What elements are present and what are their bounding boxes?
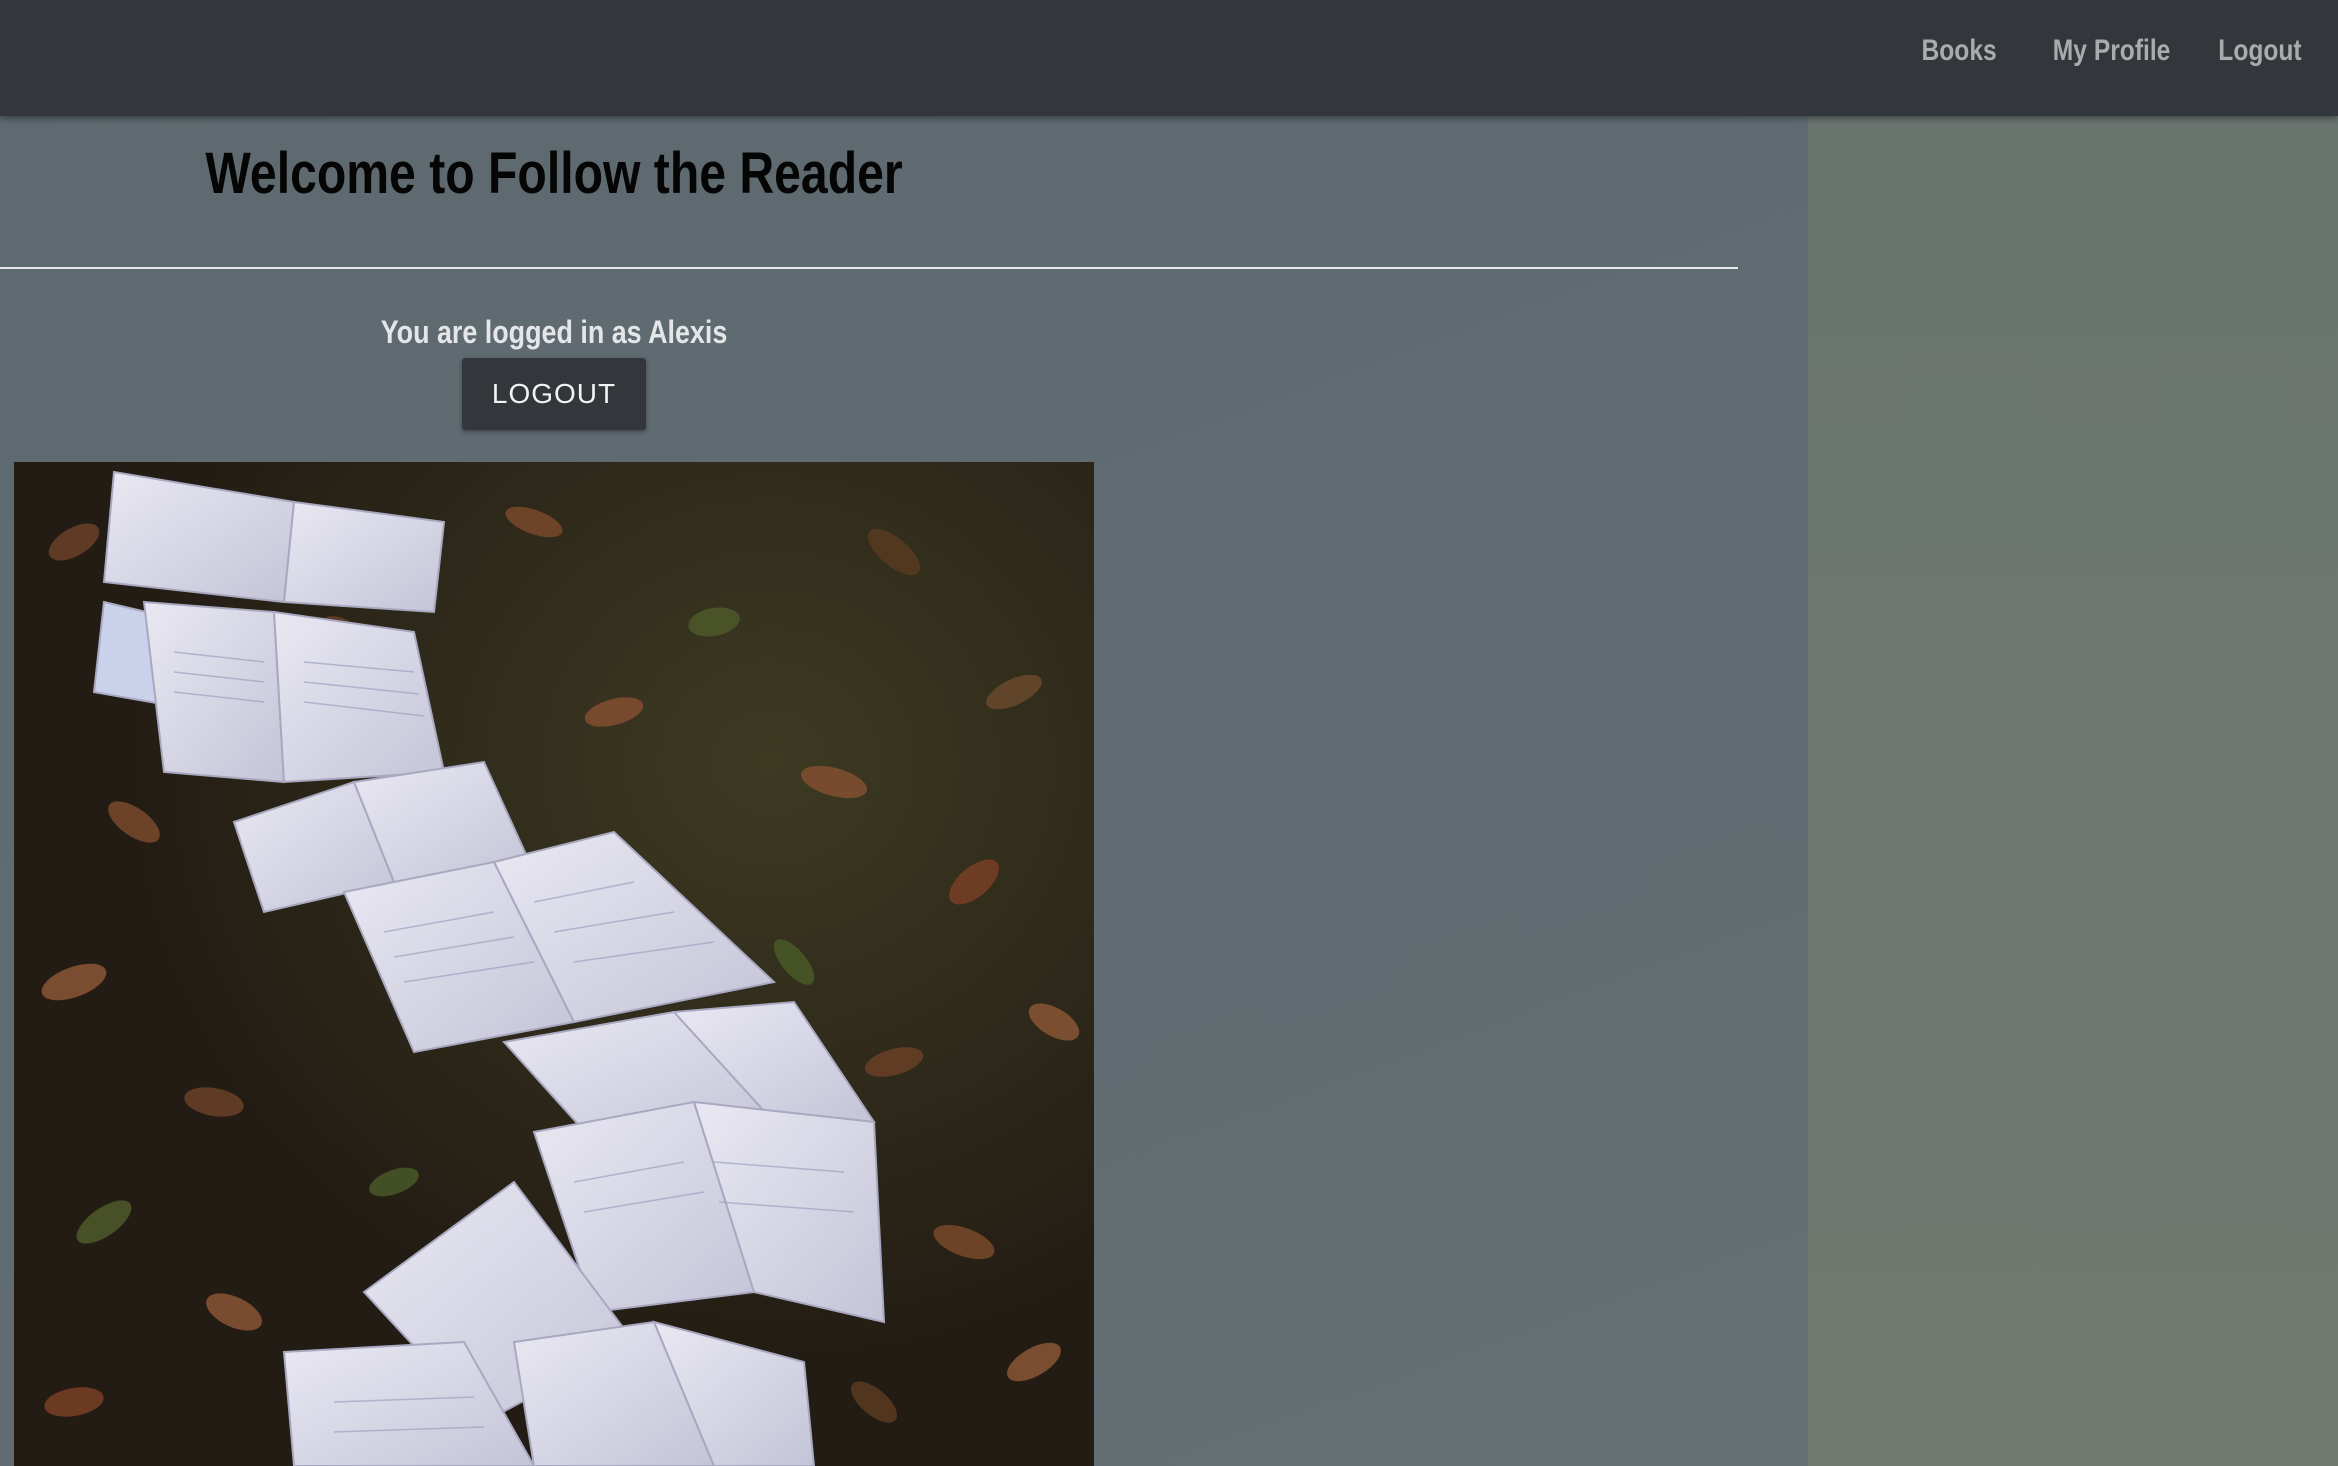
title-divider (0, 267, 1738, 269)
login-status-text: You are logged in as Alexis (380, 314, 728, 350)
nav-links: Books My Profile Logout (1905, 0, 2302, 102)
nav-link-logout[interactable]: Logout (2219, 34, 2302, 68)
logout-button[interactable]: LOGOUT (462, 358, 646, 430)
hero-books-image (14, 462, 1094, 1466)
nav-link-my-profile[interactable]: My Profile (2053, 34, 2171, 68)
nav-link-books[interactable]: Books (1922, 34, 1997, 68)
top-navbar: Books My Profile Logout (0, 0, 2338, 116)
page-title: Welcome to Follow the Reader (205, 141, 903, 206)
right-sidebar-panel (1808, 116, 2338, 1466)
